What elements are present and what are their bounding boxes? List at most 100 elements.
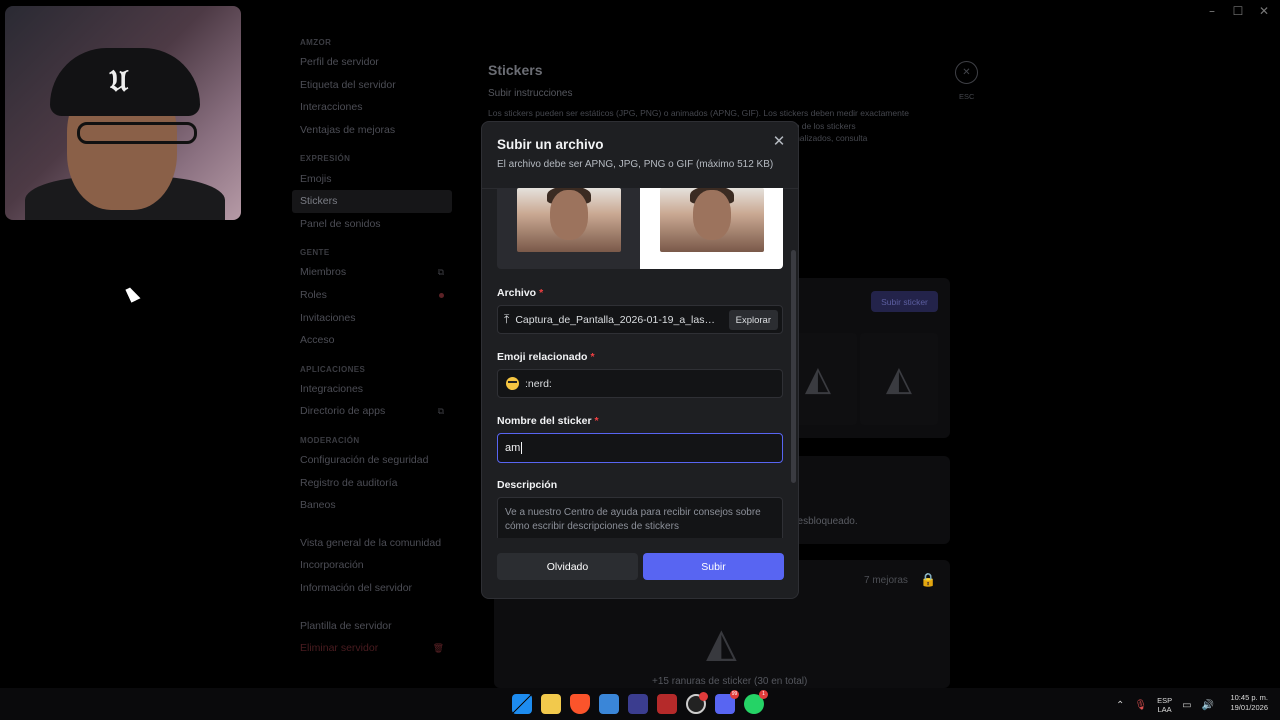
sticker-image (659, 188, 764, 252)
sidebar-item-label: Plantilla de servidor (300, 619, 392, 632)
sidebar-item-label: Incorporación (300, 559, 364, 572)
sidebar-item-label: Perfil de servidor (300, 56, 379, 69)
sidebar-item-community-overview[interactable]: Vista general de la comunidad (292, 532, 452, 555)
description-textarea[interactable]: Ve a nuestro Centro de ayuda para recibi… (497, 497, 783, 538)
sidebar-section-header: MODERACIÓN (300, 435, 360, 445)
sidebar-section-header: APLICACIONES (300, 364, 366, 374)
instructions-line: Los stickers pueden ser estáticos (JPG, … (488, 108, 909, 118)
sidebar-item-access[interactable]: Acceso (292, 329, 452, 352)
sidebar-item-server-template[interactable]: Plantilla de servidor (292, 614, 452, 637)
file-field[interactable]: ⤒ Captura_de_Pantalla_2026-01-19_a_las_1… (497, 305, 783, 334)
close-icon: ✕ (962, 67, 971, 78)
sidebar-item-label: Eliminar servidor (300, 642, 379, 655)
modal-scrollbar[interactable] (791, 250, 796, 483)
sidebar-item-server-insights[interactable]: Información del servidor (292, 577, 452, 600)
sidebar-item-label: Baneos (300, 499, 336, 512)
sidebar-item-audit-log[interactable]: Registro de auditoría (292, 471, 452, 494)
brave-browser-icon[interactable] (570, 694, 590, 714)
sidebar-item-safety-setup[interactable]: Configuración de seguridad (292, 449, 452, 472)
sidebar-section-header: AMZOR (300, 38, 332, 47)
sidebar-divider (292, 526, 452, 532)
sidebar-item-boost-perks[interactable]: Ventajas de mejoras (292, 119, 452, 142)
sticker-name-value: am (505, 442, 521, 454)
sidebar-item-soundboard[interactable]: Panel de sonidos (292, 213, 452, 236)
nerd-emoji-icon (506, 377, 519, 390)
cancel-button[interactable]: Olvidado (497, 553, 638, 580)
clock[interactable]: 10:45 p. m. 19/01/2026 (1230, 693, 1268, 713)
sidebar-section-header: EXPRESIÓN (300, 154, 351, 164)
external-link-icon: ⧉ (437, 266, 444, 277)
microsoft-store-icon[interactable] (599, 694, 619, 714)
sidebar-item-label: Ventajas de mejoras (300, 124, 396, 137)
sidebar-item-label: Panel de sonidos (300, 217, 381, 230)
discord-badge: 99 (730, 690, 739, 699)
sidebar-item-label: Emojis (300, 172, 332, 185)
upload-sticker-button[interactable]: Subir sticker (871, 291, 938, 312)
close-window-button[interactable]: ✕ (1258, 4, 1270, 18)
sidebar-item-label: Vista general de la comunidad (300, 536, 442, 549)
discord-icon[interactable]: 99 (715, 690, 739, 714)
chevron-up-icon[interactable]: ⌃ (1116, 700, 1124, 711)
emoji-value: :nerd: (525, 377, 552, 390)
language-indicator[interactable]: ESP LAA (1157, 696, 1172, 714)
boost-count: 7 mejoras (864, 575, 908, 586)
sticker-slots-text: +15 ranuras de sticker (30 en total) (652, 676, 808, 687)
sidebar-item-label: Integraciones (300, 382, 364, 395)
network-icon[interactable]: ▭ (1182, 700, 1191, 711)
modal-subtitle: El archivo debe ser APNG, JPG, PNG o GIF… (497, 159, 774, 170)
sidebar-item-label: Configuración de seguridad (300, 454, 429, 467)
light-theme-preview (640, 188, 783, 269)
sticker-name-label: Nombre del sticker * (497, 415, 599, 427)
language-code: ESP (1157, 696, 1173, 705)
instructions-heading: Subir instrucciones (488, 88, 573, 99)
clock-date: 19/01/2026 (1230, 703, 1268, 712)
sidebar-item-server-tag[interactable]: Etiqueta del servidor (292, 74, 452, 97)
dark-theme-preview (497, 188, 640, 269)
sidebar-item-invites[interactable]: Invitaciones (292, 306, 452, 329)
sidebar-section-header: GENTE (300, 248, 330, 258)
sidebar-item-interactions[interactable]: Interacciones (292, 96, 452, 119)
external-link-icon: ⧉ (437, 405, 444, 416)
game-controller-icon[interactable] (628, 694, 648, 714)
unlocked-text: desbloqueado. (792, 516, 858, 527)
upload-icon: ⤒ (504, 312, 510, 326)
file-label: Archivo * (497, 287, 544, 299)
sidebar-item-app-directory[interactable]: Directorio de apps ⧉ (292, 400, 452, 423)
maximize-button[interactable]: ☐ (1232, 4, 1244, 18)
browse-button[interactable]: Explorar (728, 310, 778, 330)
close-modal-button[interactable]: ✕ (770, 132, 788, 150)
sticker-slot[interactable]: ◭ (860, 333, 938, 425)
taskbar-apps: 99 1 (512, 690, 768, 714)
whatsapp-icon[interactable]: 1 (744, 690, 768, 714)
cap-logo-icon: 𝔘 (109, 64, 129, 99)
clock-time: 10:45 p. m. (1230, 693, 1268, 702)
minimize-button[interactable]: – (1206, 4, 1218, 18)
windows-start-icon[interactable] (512, 694, 532, 714)
sidebar-item-server-profile[interactable]: Perfil de servidor (292, 51, 452, 74)
chatgpt-icon[interactable] (686, 692, 708, 714)
sidebar-item-delete-server[interactable]: Eliminar servidor 🗑 (292, 637, 452, 660)
close-icon: ✕ (772, 133, 786, 150)
upload-button[interactable]: Subir (643, 553, 784, 580)
sidebar-item-bans[interactable]: Baneos (292, 494, 452, 517)
sidebar-item-stickers[interactable]: Stickers (292, 189, 452, 213)
system-tray: ⌃ 🎙 ESP LAA ▭ 🔊 (1116, 696, 1214, 714)
file-explorer-icon[interactable] (541, 694, 561, 714)
modal-title: Subir un archivo (497, 137, 604, 152)
sidebar-item-members[interactable]: Miembros ⧉ (292, 261, 452, 284)
sidebar-item-onboarding[interactable]: Incorporación (292, 554, 452, 577)
close-settings-button[interactable]: ✕ (955, 61, 978, 84)
media-app-icon[interactable] (657, 694, 677, 714)
layout-code: LAA (1157, 705, 1172, 714)
microphone-icon[interactable]: 🎙 (1134, 700, 1147, 711)
sidebar-item-integrations[interactable]: Integraciones (292, 378, 452, 401)
sidebar-item-roles[interactable]: Roles (292, 284, 452, 307)
sidebar-item-label: Interacciones (300, 101, 363, 114)
sticker-name-input[interactable]: am (497, 433, 783, 463)
related-emoji-field[interactable]: :nerd: (497, 369, 783, 398)
whatsapp-badge: 1 (759, 690, 768, 699)
sidebar-item-emojis[interactable]: Emojis (292, 167, 452, 190)
modal-body: Archivo * ⤒ Captura_de_Pantalla_2026-01-1… (482, 188, 798, 538)
volume-icon[interactable]: 🔊 (1202, 700, 1214, 711)
sidebar-item-label: Directorio de apps (300, 405, 386, 418)
